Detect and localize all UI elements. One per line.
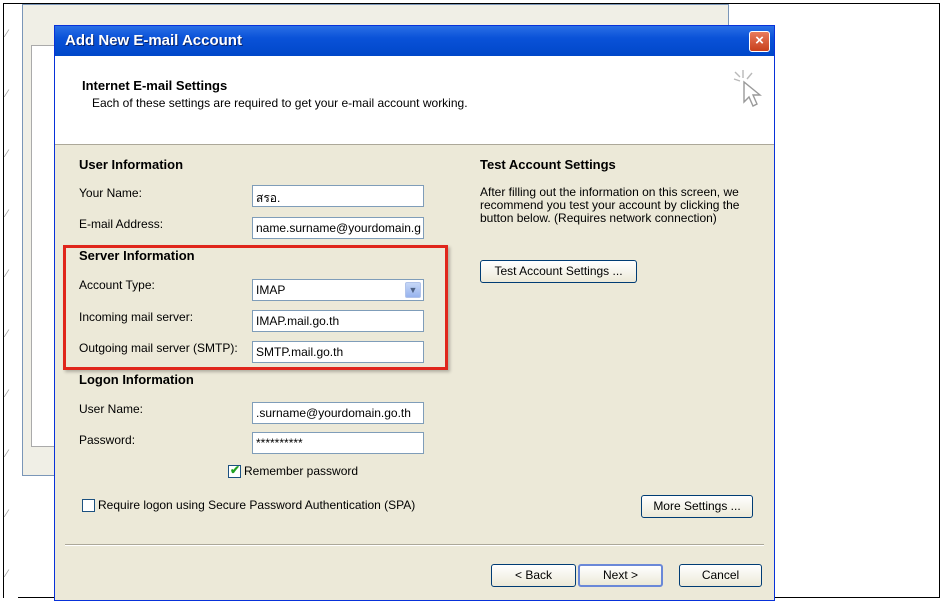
server-info-highlight: [63, 245, 448, 370]
header-panel: Internet E-mail Settings Each of these s…: [55, 56, 774, 145]
cancel-button[interactable]: Cancel: [679, 564, 762, 587]
header-title: Internet E-mail Settings: [82, 78, 228, 93]
add-email-account-dialog: Add New E-mail Account × Internet E-mail…: [54, 25, 775, 601]
your-name-input[interactable]: สรอ.: [252, 185, 424, 207]
password-input[interactable]: **********: [252, 432, 424, 454]
email-address-label: E-mail Address:: [79, 217, 164, 231]
test-settings-description: After filling out the information on thi…: [480, 185, 740, 225]
background-window-edge: ⁄ ⁄ ⁄ ⁄ ⁄ ⁄ ⁄ ⁄ ⁄ ⁄: [4, 4, 18, 598]
test-account-settings-button[interactable]: Test Account Settings ...: [480, 260, 637, 283]
close-button[interactable]: ×: [749, 31, 770, 52]
password-label: Password:: [79, 433, 136, 447]
test-settings-heading: Test Account Settings: [480, 157, 616, 172]
user-name-input[interactable]: .surname@yourdomain.go.th: [252, 402, 424, 424]
spa-checkbox[interactable]: [82, 499, 95, 512]
your-name-label: Your Name:: [79, 186, 142, 200]
remember-password-checkbox[interactable]: ✔: [228, 463, 241, 478]
check-icon: ✔: [230, 463, 241, 477]
footer-divider: [65, 544, 764, 546]
header-subtitle: Each of these settings are required to g…: [92, 96, 468, 110]
more-settings-button[interactable]: More Settings ...: [641, 495, 753, 518]
cursor-sparkle-icon: [733, 70, 762, 107]
user-name-label: User Name:: [79, 402, 144, 416]
user-info-heading: User Information: [79, 157, 184, 172]
logon-info-heading: Logon Information: [79, 372, 194, 387]
title-bar[interactable]: Add New E-mail Account ×: [55, 26, 774, 56]
email-address-input[interactable]: name.surname@yourdomain.g: [252, 217, 424, 239]
dialog-title: Add New E-mail Account: [65, 32, 242, 49]
spa-label[interactable]: Require logon using Secure Password Auth…: [98, 498, 415, 512]
next-button[interactable]: Next >: [578, 564, 663, 587]
remember-password-label[interactable]: Remember password: [244, 464, 358, 478]
back-button[interactable]: < Back: [491, 564, 576, 587]
